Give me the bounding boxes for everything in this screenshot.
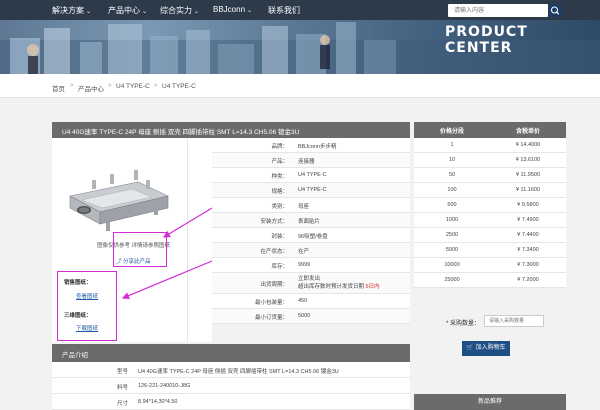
intro-row: 型号 U4 40G速率 TYPE-C 24P 母座 侧插 双壳 四脚插带柱 SMT… <box>52 362 410 378</box>
price-row: 1000 ¥ 7.4900 <box>414 213 566 228</box>
top-navigation: 解决方案 ⌄ 产品中心 ⌄ 综合实力 ⌄ BBJconn ⌄ 联系我们 <box>0 0 600 20</box>
chevron-down-icon: ⌄ <box>247 8 253 14</box>
cart-icon: 🛒 <box>466 345 474 351</box>
banner-heading: PRODUCT CENTER <box>445 24 528 56</box>
price-table: 1 ¥ 14.4000 10 ¥ 13.6100 50 ¥ 11.9500 100 ¥ … <box>414 138 566 288</box>
product-title: U4 40G速率 TYPE-C 24P 母座 侧插 双壳 四脚插带柱 SMT L… <box>52 122 410 138</box>
spec-row: 产品： 连接器 <box>212 153 410 168</box>
breadcrumb: 首页 > 产品中心 > U4 TYPE-C > U4 TYPE-C <box>0 74 600 98</box>
search-button[interactable] <box>548 4 562 17</box>
price-row: 1 ¥ 14.4000 <box>414 138 566 153</box>
spec-row: 品牌： BBJconn步步精 <box>212 138 410 153</box>
order-quantity-input[interactable] <box>484 315 544 327</box>
new-products-header: 新品推荐 <box>414 394 566 410</box>
price-row: 10000 ¥ 7.3000 <box>414 258 566 273</box>
chevron-down-icon: ⌄ <box>194 9 200 15</box>
breadcrumb-home[interactable]: 首页 <box>52 83 65 93</box>
nav-item-products[interactable]: 产品中心 ⌄ <box>108 5 147 16</box>
price-col-price: 含税单价 <box>515 129 540 135</box>
spec-table: 品牌： BBJconn步步精 产品： 连接器 种类： U4 TYPE-C 规格： U4 … <box>212 138 410 324</box>
spec-row-delivery: 出货周期： 立即发出 超出库存数时预计发货日期 5日内 <box>212 273 410 294</box>
annotation-box-drawings <box>57 271 117 341</box>
add-to-cart-button[interactable]: 🛒 加入购物车 <box>462 341 510 356</box>
delivery-days: 5日内 <box>365 284 380 290</box>
price-row: 100 ¥ 11.1600 <box>414 183 566 198</box>
product-center-banner: PRODUCT CENTER <box>0 20 600 74</box>
chevron-down-icon: ⌄ <box>86 9 92 15</box>
product-intro-header: 产品介绍 <box>52 344 410 362</box>
spec-row: 种类： U4 TYPE-C <box>212 168 410 183</box>
search-icon <box>550 6 560 15</box>
intro-row: 尺寸 8.94*14.30*4.50 <box>52 394 410 410</box>
spec-row: 安装方式： 表面贴片 <box>212 213 410 228</box>
spec-row: 在产状态： 在产 <box>212 243 410 258</box>
price-row: 500 ¥ 9.5800 <box>414 198 566 213</box>
nav-item-solutions[interactable]: 解决方案 ⌄ <box>52 5 91 16</box>
price-row: 5000 ¥ 7.3400 <box>414 243 566 258</box>
price-row: 50 ¥ 11.9500 <box>414 168 566 183</box>
chevron-down-icon: ⌄ <box>142 9 148 15</box>
spec-row: 规格： U4 TYPE-C <box>212 183 410 198</box>
spec-row: 最小订货量： 5000 <box>212 309 410 324</box>
nav-item-contact[interactable]: 联系我们 <box>268 5 300 16</box>
breadcrumb-current: U4 TYPE-C <box>162 83 196 90</box>
price-table-header: 价格分段 含税单价 <box>414 122 566 138</box>
breadcrumb-products[interactable]: 产品中心 <box>78 83 104 93</box>
breadcrumb-separator: > <box>70 83 74 89</box>
breadcrumb-category[interactable]: U4 TYPE-C <box>116 83 150 90</box>
nav-item-bbjconn[interactable]: BBJconn ⌄ <box>213 5 252 14</box>
spec-row: 类别： 母座 <box>212 198 410 213</box>
vertical-divider <box>187 138 188 342</box>
search-input[interactable] <box>448 4 548 17</box>
intro-row: 料号 126-221-240010-J8G <box>52 378 410 394</box>
breadcrumb-separator: > <box>154 83 158 89</box>
spec-row: 封装： 96吸塑/卷盘 <box>212 228 410 243</box>
spec-row: 最小包装量： 450 <box>212 294 410 309</box>
breadcrumb-separator: > <box>108 83 112 89</box>
product-image <box>69 170 169 231</box>
spec-row: 库存： 9999 <box>212 258 410 273</box>
price-row: 10 ¥ 13.6100 <box>414 153 566 168</box>
price-row: 2500 ¥ 7.4400 <box>414 228 566 243</box>
nav-item-strength[interactable]: 综合实力 ⌄ <box>160 5 199 16</box>
price-row: 25000 ¥ 7.2000 <box>414 273 566 288</box>
search-box <box>448 4 548 17</box>
annotation-box-share <box>113 232 167 267</box>
price-col-qty: 价格分段 <box>439 129 464 135</box>
order-quantity-label: * 采购数量： <box>446 321 481 327</box>
product-intro-table: 型号 U4 40G速率 TYPE-C 24P 母座 侧插 双壳 四脚插带柱 SMT… <box>52 362 410 410</box>
